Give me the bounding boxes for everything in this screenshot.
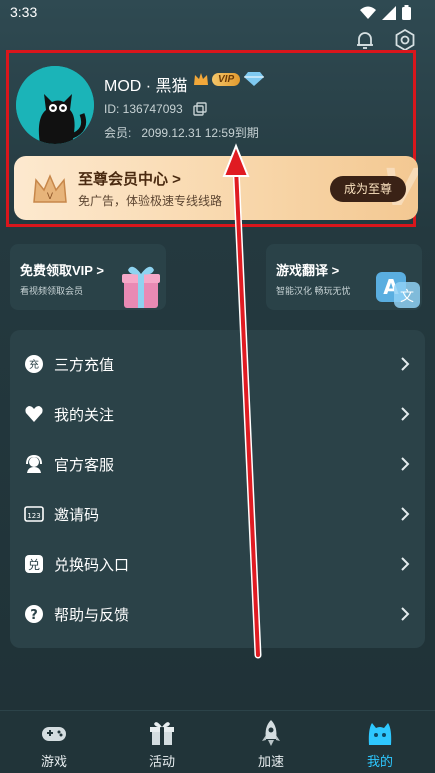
chevron-right-icon (401, 557, 410, 571)
wifi-icon (360, 6, 376, 19)
gift-box-icon (122, 266, 160, 308)
menu-item-help-feedback[interactable]: ? 帮助与反馈 (10, 589, 425, 639)
menu-item-redeem-code[interactable]: 兑 兑换码入口 (10, 539, 425, 589)
recharge-icon: 充 (25, 355, 43, 373)
menu-label: 邀请码 (54, 507, 100, 524)
menu-item-customer-service[interactable]: 官方客服 (10, 439, 425, 489)
supreme-vip-banner[interactable]: V V 至尊会员中心 > 免广告，体验极速专线线路 成为至尊 (14, 156, 418, 220)
game-translate-card[interactable]: 游戏翻译 > 智能汉化 畅玩无忧 A 文 (266, 244, 422, 310)
top-actions (353, 28, 417, 52)
become-supreme-button[interactable]: 成为至尊 (329, 176, 406, 202)
svg-text:兑: 兑 (28, 558, 40, 572)
svg-text:123: 123 (27, 512, 40, 520)
vip-badge: VIP (212, 72, 241, 86)
menu-item-invite-code[interactable]: 123 邀请码 (10, 489, 425, 539)
invite-code-icon: 123 (24, 506, 44, 522)
menu-label: 官方客服 (54, 457, 115, 474)
menu-item-third-party-recharge[interactable]: 充 三方充值 (10, 339, 425, 389)
game-translate-subtitle: 智能汉化 畅玩无忧 (276, 286, 351, 296)
tab-label: 游戏 (40, 754, 67, 769)
membership-expiry: 2099.12.31 12:59到期 (141, 126, 259, 140)
user-id: ID: 136747093 (104, 102, 183, 116)
gift-icon (150, 722, 174, 745)
svg-text:V: V (47, 192, 54, 202)
tab-mine[interactable]: 我的 (326, 711, 434, 773)
tab-label: 加速 (257, 754, 284, 769)
chevron-right-icon (401, 457, 410, 471)
free-vip-title: 免费领取VIP > (20, 263, 104, 278)
banner-subtitle: 免广告，体验极速专线线路 (78, 194, 223, 208)
free-vip-card[interactable]: 免费领取VIP > 看视频领取会员 (10, 244, 166, 310)
help-icon: ? (25, 605, 43, 623)
bell-icon[interactable] (353, 28, 377, 52)
chevron-right-icon (401, 607, 410, 621)
chevron-right-icon (401, 357, 410, 371)
menu-label: 兑换码入口 (54, 557, 130, 574)
crown-icon (194, 73, 208, 85)
status-time: 3:33 (10, 4, 38, 20)
user-id-row: ID: 136747093 (104, 102, 207, 116)
tab-games[interactable]: 游戏 (0, 711, 108, 773)
diamond-icon (244, 72, 265, 86)
membership-row: 会员: 2099.12.31 12:59到期 (104, 124, 259, 141)
tab-activities[interactable]: 活动 (108, 711, 216, 773)
free-vip-subtitle: 看视频领取会员 (20, 286, 84, 296)
settings-menu: 充 三方充值 我的关注 官方客服 123 邀请码 兑 兑换码入口 ? 帮助与反馈 (10, 330, 425, 648)
settings-gear-icon[interactable] (393, 28, 417, 52)
menu-label: 我的关注 (54, 407, 115, 424)
tab-label: 活动 (148, 754, 175, 769)
game-translate-title: 游戏翻译 > (276, 263, 340, 278)
menu-label: 三方充值 (54, 357, 115, 374)
username: MOD · 黑猫 (104, 78, 188, 95)
signal-icon (382, 5, 396, 20)
chevron-right-icon (401, 507, 410, 521)
membership-label: 会员: (104, 126, 132, 140)
battery-icon (402, 5, 411, 20)
profile-cat-icon (368, 723, 392, 745)
svg-text:文: 文 (400, 289, 414, 305)
banner-title: 至尊会员中心 > (78, 171, 181, 188)
svg-text:?: ? (30, 608, 38, 623)
svg-text:充: 充 (29, 358, 39, 371)
chevron-right-icon (401, 407, 410, 421)
vip-crown-icon: V (33, 174, 67, 203)
status-icons (360, 5, 411, 20)
tab-label: 我的 (366, 754, 393, 769)
headset-icon (26, 454, 42, 473)
status-bar: 3:33 (0, 0, 435, 26)
menu-label: 帮助与反馈 (54, 607, 130, 624)
translate-icon: A 文 (376, 272, 420, 308)
black-cat-avatar-icon (16, 66, 94, 144)
gamepad-icon (42, 727, 66, 741)
bottom-tab-bar: 游戏 活动 加速 我的 (0, 710, 435, 773)
rocket-icon (262, 720, 280, 746)
vip-badge-group: VIP (194, 72, 265, 86)
redeem-icon: 兑 (25, 555, 43, 573)
tab-accelerate[interactable]: 加速 (217, 711, 325, 773)
copy-icon[interactable] (193, 102, 207, 116)
avatar[interactable] (16, 66, 94, 144)
heart-icon (25, 406, 43, 422)
menu-item-my-follows[interactable]: 我的关注 (10, 389, 425, 439)
